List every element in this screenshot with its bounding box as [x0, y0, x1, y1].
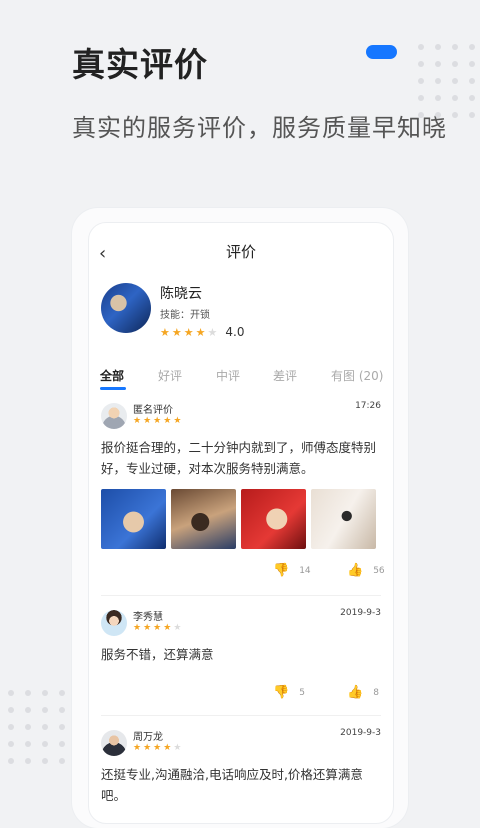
tab-underline: [100, 387, 126, 390]
dislike-count: 14: [299, 565, 311, 576]
star-icon: ★: [163, 743, 172, 753]
star-icon: ★: [171, 325, 182, 339]
review-divider: [101, 595, 381, 596]
star-icon: ★: [163, 416, 172, 426]
star-icon: ★: [160, 325, 170, 339]
thumbs-up-icon: 👍: [347, 563, 364, 578]
star-icon: ★: [143, 743, 152, 753]
dislike-button[interactable]: 👎 5: [273, 685, 305, 700]
review-item: 李秀慧 ★ ★ ★ ★ ★ 2019-9-3 服务不错，还算满意 👎 5 👍 8: [89, 606, 393, 709]
review-divider: [101, 715, 381, 716]
review-actions: 👎 14 👍 56: [101, 549, 385, 589]
review-photo[interactable]: [101, 489, 166, 549]
provider-profile: 陈晓云 技能：开锁 ★ ★ ★ ★ ★ 4.0: [89, 281, 393, 355]
tab-with-photos[interactable]: 有图 (20): [331, 367, 383, 384]
dislike-count: 5: [299, 687, 305, 698]
tab-negative[interactable]: 差评: [273, 367, 297, 384]
star-icon: ★: [195, 325, 206, 339]
provider-avatar: [101, 283, 151, 333]
nav-bar: ‹ 评价: [89, 223, 393, 281]
star-icon: ★: [133, 623, 142, 633]
review-photo[interactable]: [311, 489, 376, 549]
reviewer-name: 周万龙: [133, 732, 163, 743]
tab-positive[interactable]: 好评: [158, 367, 182, 384]
like-count: 8: [373, 687, 379, 698]
reviewer-avatar: [101, 610, 127, 636]
star-empty-icon: ★: [173, 743, 182, 753]
star-empty-icon: ★: [207, 325, 218, 339]
dislike-button[interactable]: 👎 14: [273, 563, 311, 578]
review-photo[interactable]: [171, 489, 236, 549]
review-stars: ★ ★ ★ ★ ★: [133, 624, 183, 633]
hero-subtitle: 真实的服务评价，服务质量早知晓: [72, 114, 447, 142]
provider-name: 陈晓云: [160, 286, 202, 302]
like-button[interactable]: 👍 8: [347, 685, 379, 700]
reviewer-avatar: [101, 403, 127, 429]
rating-value: 4.0: [225, 325, 245, 339]
star-icon: ★: [133, 416, 142, 426]
hero-title: 真实评价: [72, 45, 208, 84]
review-time: 2019-9-3: [340, 728, 381, 738]
star-icon: ★: [143, 623, 152, 633]
thumbs-down-icon: 👎: [273, 563, 290, 578]
star-icon: ★: [153, 623, 162, 633]
reviewer-name: 李秀慧: [133, 612, 163, 623]
review-actions: 👎 5 👍 8: [101, 665, 381, 709]
review-time: 2019-9-3: [340, 608, 381, 618]
star-empty-icon: ★: [173, 623, 182, 633]
nav-title: 评价: [225, 243, 256, 261]
review-item: 周万龙 ★ ★ ★ ★ ★ 2019-9-3 还挺专业,沟通融洽,电话响应及时,…: [89, 726, 393, 806]
reviewer-avatar: [101, 730, 127, 756]
review-photo[interactable]: [241, 489, 306, 549]
star-icon: ★: [153, 416, 162, 426]
like-count: 56: [373, 565, 385, 576]
provider-rating: ★ ★ ★ ★ ★ 4.0: [160, 325, 244, 339]
decorative-dots: [8, 690, 65, 764]
review-photos: [101, 489, 381, 549]
star-icon: ★: [173, 416, 182, 426]
phone-screen: ‹ 评价 陈晓云 技能：开锁 ★ ★ ★ ★ ★ 4.0 全部 好评 中评 差评…: [88, 222, 394, 824]
review-header: 李秀慧 ★ ★ ★ ★ ★ 2019-9-3: [101, 606, 381, 640]
review-stars: ★ ★ ★ ★ ★: [133, 744, 183, 753]
star-icon: ★: [183, 325, 194, 339]
review-text: 报价挺合理的，二十分钟内就到了，师傅态度特别好，专业过硬，对本次服务特别满意。: [101, 440, 377, 476]
review-tabs: 全部 好评 中评 差评 有图 (20): [89, 355, 393, 391]
decorative-dots: [418, 44, 480, 118]
review-header: 周万龙 ★ ★ ★ ★ ★ 2019-9-3: [101, 726, 381, 760]
review-time: 17:26: [355, 401, 381, 411]
review-stars: ★ ★ ★ ★ ★: [133, 417, 183, 426]
thumbs-down-icon: 👎: [273, 685, 290, 700]
star-icon: ★: [163, 623, 172, 633]
provider-skill: 技能：开锁: [160, 310, 210, 321]
page-indicator-pill: [366, 45, 397, 59]
star-icon: ★: [153, 743, 162, 753]
like-button[interactable]: 👍 56: [347, 563, 385, 578]
review-item: 匿名评价 ★ ★ ★ ★ ★ 17:26 报价挺合理的，二十分钟内就到了，师傅态…: [89, 399, 393, 589]
tab-neutral[interactable]: 中评: [216, 367, 240, 384]
tab-all[interactable]: 全部: [100, 367, 124, 384]
thumbs-up-icon: 👍: [347, 685, 364, 700]
reviewer-name: 匿名评价: [133, 405, 173, 416]
star-icon: ★: [143, 416, 152, 426]
star-icon: ★: [133, 743, 142, 753]
review-header: 匿名评价 ★ ★ ★ ★ ★ 17:26: [101, 399, 381, 433]
review-text: 服务不错，还算满意: [101, 647, 214, 662]
